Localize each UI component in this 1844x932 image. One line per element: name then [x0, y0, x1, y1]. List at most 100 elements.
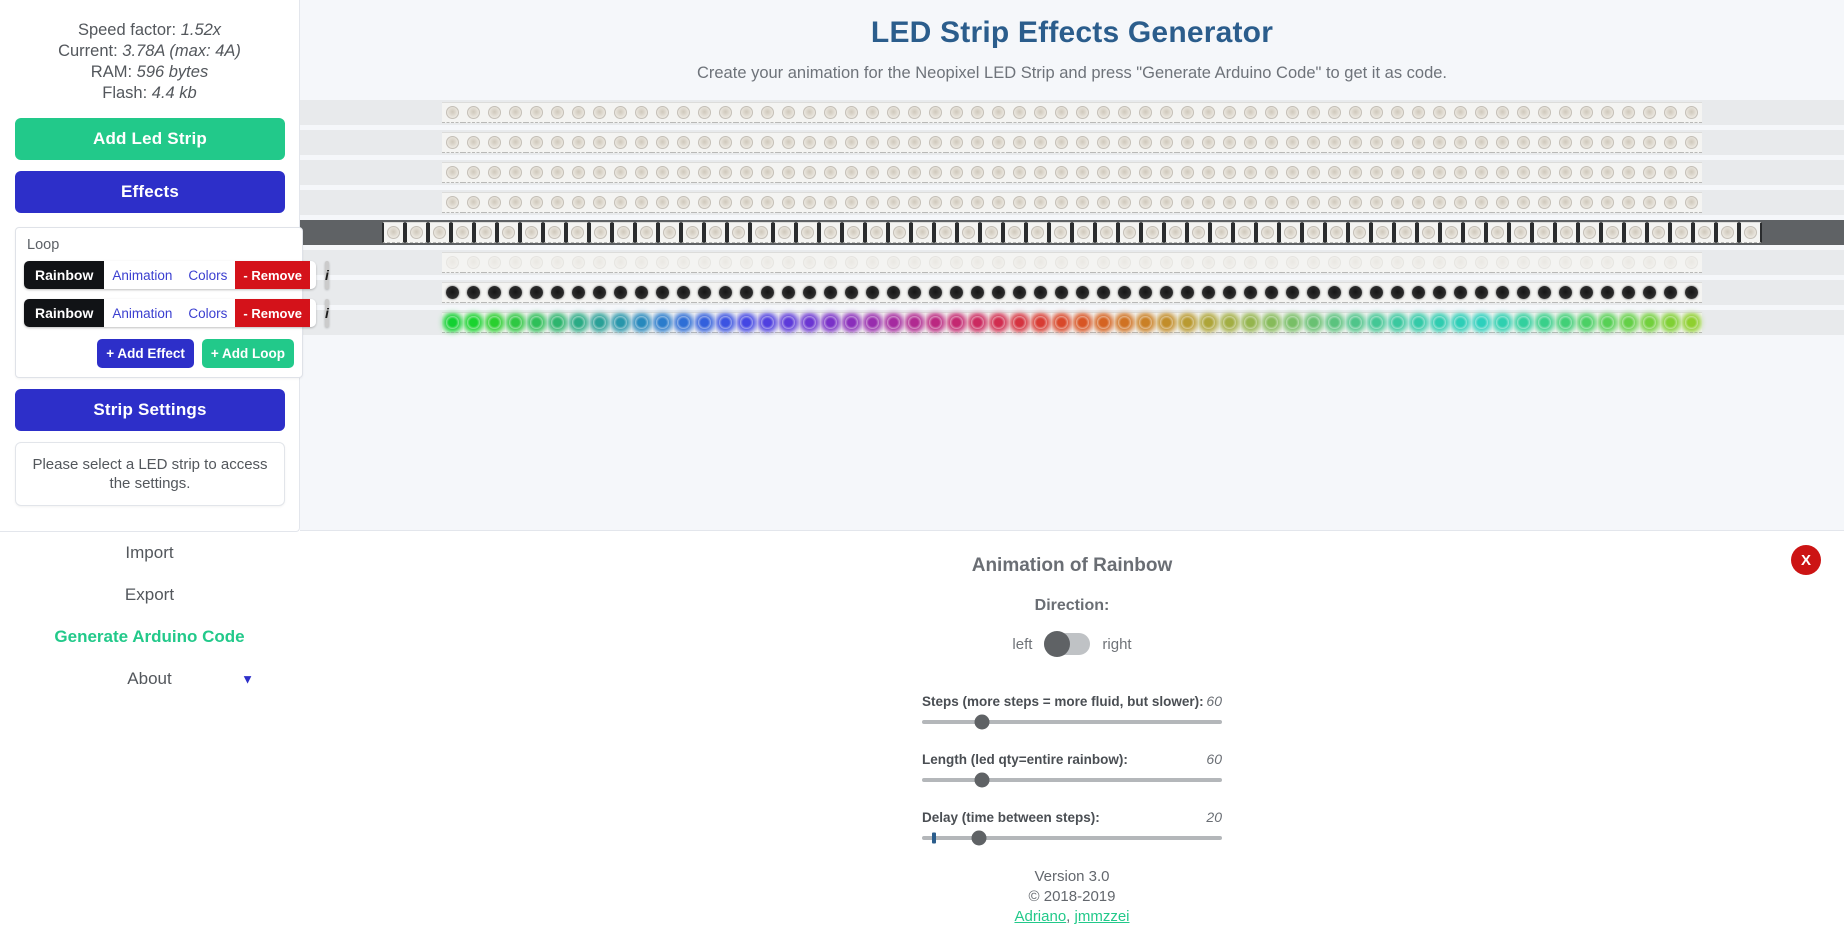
- led-pixel[interactable]: [946, 192, 967, 213]
- led-pixel[interactable]: [589, 222, 612, 243]
- add-effect-button[interactable]: + Add Effect: [97, 339, 194, 368]
- led-pixel[interactable]: [778, 102, 799, 123]
- led-pixel[interactable]: [1198, 252, 1219, 273]
- led-pixel[interactable]: [652, 192, 673, 213]
- led-pixel[interactable]: [1450, 132, 1471, 153]
- led-pixel[interactable]: [1660, 192, 1681, 213]
- led-pixel[interactable]: [1471, 102, 1492, 123]
- led-pixel[interactable]: [1282, 102, 1303, 123]
- led-pixel[interactable]: [694, 312, 715, 333]
- led-pixel[interactable]: [1345, 192, 1366, 213]
- led-pixel[interactable]: [1576, 192, 1597, 213]
- led-pixel[interactable]: [1114, 132, 1135, 153]
- led-pixel[interactable]: [1026, 222, 1049, 243]
- led-pixel[interactable]: [1681, 192, 1702, 213]
- led-pixel[interactable]: [1030, 252, 1051, 273]
- led-pixel[interactable]: [652, 132, 673, 153]
- led-pixel[interactable]: [484, 312, 505, 333]
- led-pixel[interactable]: [1219, 162, 1240, 183]
- led-pixel[interactable]: [988, 192, 1009, 213]
- led-pixel[interactable]: [957, 222, 980, 243]
- led-pixel[interactable]: [1030, 102, 1051, 123]
- led-pixel[interactable]: [946, 162, 967, 183]
- led-pixel[interactable]: [610, 252, 631, 273]
- strip-settings-button[interactable]: Strip Settings: [15, 389, 285, 431]
- led-pixel[interactable]: [673, 102, 694, 123]
- led-pixel[interactable]: [1324, 282, 1345, 303]
- led-pixel[interactable]: [1660, 132, 1681, 153]
- led-pixel[interactable]: [1051, 192, 1072, 213]
- led-pixel[interactable]: [1093, 192, 1114, 213]
- led-pixel[interactable]: [715, 252, 736, 273]
- led-pixel[interactable]: [1597, 102, 1618, 123]
- led-pixel[interactable]: [673, 312, 694, 333]
- led-pixel[interactable]: [1093, 312, 1114, 333]
- led-pixel[interactable]: [568, 132, 589, 153]
- led-pixel[interactable]: [1555, 192, 1576, 213]
- led-pixel[interactable]: [1429, 282, 1450, 303]
- led-pixel[interactable]: [1240, 102, 1261, 123]
- led-pixel[interactable]: [980, 222, 1003, 243]
- led-pixel[interactable]: [988, 312, 1009, 333]
- led-pixel[interactable]: [1534, 102, 1555, 123]
- led-strip-row[interactable]: [300, 190, 1844, 215]
- led-pixel[interactable]: [1492, 312, 1513, 333]
- led-pixel[interactable]: [1324, 192, 1345, 213]
- led-pixel[interactable]: [1471, 252, 1492, 273]
- effect-remove-button[interactable]: - Remove: [235, 299, 310, 327]
- led-pixel[interactable]: [1030, 132, 1051, 153]
- slider-length-track[interactable]: [922, 772, 1222, 788]
- led-pixel[interactable]: [463, 312, 484, 333]
- led-pixel[interactable]: [841, 252, 862, 273]
- led-pixel[interactable]: [673, 252, 694, 273]
- led-pixel[interactable]: [694, 252, 715, 273]
- led-pixel[interactable]: [1597, 282, 1618, 303]
- led-pixel[interactable]: [1417, 222, 1440, 243]
- led-pixel[interactable]: [612, 222, 635, 243]
- led-pixel[interactable]: [819, 222, 842, 243]
- led-pixel[interactable]: [1601, 222, 1624, 243]
- led-pixel[interactable]: [589, 132, 610, 153]
- led-pixel[interactable]: [1450, 102, 1471, 123]
- led-pixel[interactable]: [526, 102, 547, 123]
- led-pixel[interactable]: [505, 162, 526, 183]
- led-pixel[interactable]: [1177, 192, 1198, 213]
- led-pixel[interactable]: [799, 252, 820, 273]
- led-pixel[interactable]: [1072, 162, 1093, 183]
- led-pixel[interactable]: [1471, 162, 1492, 183]
- led-pixel[interactable]: [694, 162, 715, 183]
- led-pixel[interactable]: [715, 192, 736, 213]
- led-pixel[interactable]: [1303, 312, 1324, 333]
- led-pixel[interactable]: [1534, 282, 1555, 303]
- led-pixel[interactable]: [694, 132, 715, 153]
- led-pixel[interactable]: [946, 252, 967, 273]
- led-pixel[interactable]: [1325, 222, 1348, 243]
- led-pixel[interactable]: [658, 222, 681, 243]
- led-pixel[interactable]: [1114, 192, 1135, 213]
- led-pixel[interactable]: [736, 102, 757, 123]
- led-pixel[interactable]: [1639, 282, 1660, 303]
- led-pixel[interactable]: [1282, 162, 1303, 183]
- led-pixel[interactable]: [1660, 282, 1681, 303]
- led-pixel[interactable]: [1387, 252, 1408, 273]
- led-pixel[interactable]: [463, 162, 484, 183]
- led-pixel[interactable]: [862, 192, 883, 213]
- led-pixel[interactable]: [631, 252, 652, 273]
- led-pixel[interactable]: [463, 102, 484, 123]
- led-pixel[interactable]: [1681, 102, 1702, 123]
- led-pixel[interactable]: [1219, 102, 1240, 123]
- led-pixel[interactable]: [1509, 222, 1532, 243]
- led-pixel[interactable]: [1660, 252, 1681, 273]
- led-pixel[interactable]: [1240, 252, 1261, 273]
- led-pixel[interactable]: [1093, 132, 1114, 153]
- led-pixel[interactable]: [1408, 102, 1429, 123]
- led-pixel[interactable]: [631, 102, 652, 123]
- led-pixel[interactable]: [736, 132, 757, 153]
- led-pixel[interactable]: [405, 222, 428, 243]
- led-pixel[interactable]: [1256, 222, 1279, 243]
- led-pixel[interactable]: [1450, 162, 1471, 183]
- led-pixel[interactable]: [1576, 132, 1597, 153]
- led-pixel[interactable]: [1072, 252, 1093, 273]
- led-pixel[interactable]: [484, 282, 505, 303]
- led-pixel[interactable]: [1576, 312, 1597, 333]
